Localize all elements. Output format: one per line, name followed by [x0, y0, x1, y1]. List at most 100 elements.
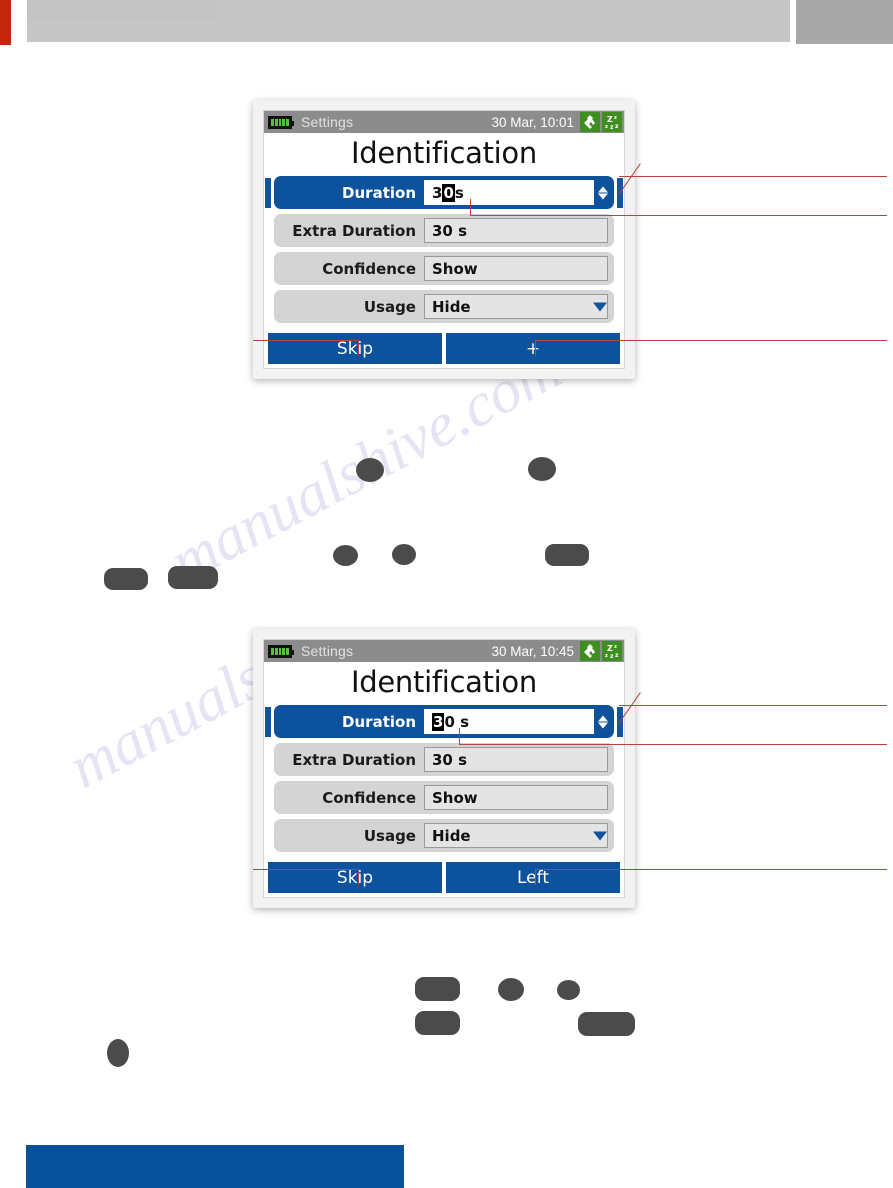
keypad-key-glyph — [557, 980, 580, 1000]
keypad-key-glyph — [392, 544, 416, 565]
page-header — [0, 0, 893, 45]
leader-line-spinner-h-2 — [619, 705, 887, 706]
row-label: Extra Duration — [292, 221, 416, 240]
settings-row-confidence[interactable]: Confidence Show — [274, 781, 614, 814]
row-label: Usage — [363, 826, 416, 845]
soft-key-bar: Skip + — [264, 330, 624, 368]
softkey-plus[interactable]: + — [446, 333, 620, 364]
settings-row-duration[interactable]: Duration 30 s — [274, 176, 614, 209]
settings-row-duration[interactable]: Duration 30 s — [274, 705, 614, 738]
chevron-up-icon[interactable] — [598, 715, 608, 721]
svg-text:Z: Z — [607, 644, 613, 653]
leader-line-skip-left — [253, 340, 359, 341]
status-icon-group: Z z z z z — [580, 112, 622, 132]
keypad-key-glyph — [168, 566, 218, 589]
leader-line-skip-left-2 — [253, 869, 359, 870]
status-icon-group: Z z z z z — [580, 641, 622, 661]
keypad-key-glyph — [333, 545, 358, 566]
svg-text:z: z — [615, 652, 619, 659]
softkey-left[interactable]: Left — [446, 862, 620, 893]
battery-icon — [268, 644, 294, 658]
svg-text:z: z — [610, 653, 614, 659]
page-title: Identification — [351, 665, 537, 699]
svg-text:z: z — [614, 115, 617, 121]
softkey-skip[interactable]: Skip — [268, 862, 442, 893]
row-label: Confidence — [322, 788, 416, 807]
chevron-down-icon[interactable] — [593, 302, 607, 311]
settings-list: Duration 30 s Extra Duration 30 s Confid… — [264, 176, 624, 330]
keypad-key-glyph — [498, 978, 524, 1001]
softkey-skip[interactable]: Skip — [268, 333, 442, 364]
svg-text:z: z — [605, 124, 608, 130]
keypad-key-glyph — [545, 544, 589, 566]
row-label: Usage — [363, 297, 416, 316]
status-datetime: 30 Mar, 10:01 — [491, 114, 574, 130]
bottom-blue-bar — [26, 1145, 404, 1188]
scroll-position-marker-left — [265, 707, 271, 737]
row-value[interactable]: Show — [424, 256, 608, 281]
settings-row-confidence[interactable]: Confidence Show — [274, 252, 614, 285]
row-value[interactable]: Hide — [424, 294, 608, 319]
row-label: Confidence — [322, 259, 416, 278]
svg-text:Z: Z — [607, 115, 613, 124]
row-label: Extra Duration — [292, 750, 416, 769]
gnss-satellite-icon — [580, 112, 600, 132]
chevron-up-icon[interactable] — [598, 186, 608, 192]
gnss-satellite-icon — [580, 641, 600, 661]
leader-line-left-right-2 — [535, 869, 887, 870]
chevron-down-icon[interactable] — [598, 722, 608, 728]
keypad-key-glyph — [356, 458, 384, 482]
scroll-position-marker-left — [265, 178, 271, 208]
keypad-key-glyph — [415, 977, 460, 1001]
leader-drop-skip — [358, 340, 359, 356]
leader-drop-plus — [535, 340, 536, 356]
soft-key-bar: Skip Left — [264, 859, 624, 897]
duration-selected-digit[interactable]: 0 — [442, 183, 455, 202]
device-screen: Settings 30 Mar, 10:45 Z z z z z Identif… — [263, 639, 625, 898]
header-gray-bar — [27, 0, 790, 42]
page-title: Identification — [351, 136, 537, 170]
spinner-stepper[interactable] — [598, 186, 608, 199]
chevron-down-icon[interactable] — [593, 831, 607, 840]
power-save-zzz-icon: Z z z z z — [602, 112, 622, 132]
spinner-stepper[interactable] — [598, 715, 608, 728]
svg-text:z: z — [614, 644, 617, 650]
settings-row-extra-duration[interactable]: Extra Duration 30 s — [274, 743, 614, 776]
duration-value-field[interactable]: 30 s — [424, 180, 594, 205]
keypad-key-glyph — [528, 457, 556, 481]
row-label: Duration — [342, 712, 416, 731]
row-value[interactable]: Hide — [424, 823, 608, 848]
leader-line-plus-right — [535, 340, 887, 341]
device-screen: Settings 30 Mar, 10:01 Z z z z z Identif… — [263, 110, 625, 369]
header-right-block — [796, 0, 893, 44]
leader-line-spinner-h — [619, 176, 887, 177]
duration-value-field[interactable]: 30 s — [424, 709, 594, 734]
battery-icon — [268, 115, 294, 129]
leader-drop-duration-value-2 — [459, 728, 460, 745]
keypad-key-glyph — [578, 1012, 635, 1036]
leader-drop-skip-2 — [358, 869, 359, 885]
status-title: Settings — [301, 643, 354, 659]
leader-drop-left-2 — [535, 869, 536, 885]
row-label: Duration — [342, 183, 416, 202]
duration-selected-digit[interactable]: 3 — [432, 712, 445, 731]
settings-row-usage[interactable]: Usage Hide — [274, 819, 614, 852]
duration-suffix: 0 s — [444, 712, 470, 731]
status-bar: Settings 30 Mar, 10:01 Z z z z z — [264, 111, 624, 133]
keypad-key-glyph — [104, 568, 148, 590]
leader-line-duration-value-2 — [619, 744, 887, 745]
device-screenshot-bottom: Settings 30 Mar, 10:45 Z z z z z Identif… — [253, 629, 635, 908]
chevron-down-icon[interactable] — [598, 193, 608, 199]
settings-list: Duration 30 s Extra Duration 30 s Confid… — [264, 705, 624, 859]
header-red-tab — [0, 0, 11, 45]
duration-suffix: s — [454, 183, 464, 202]
status-bar: Settings 30 Mar, 10:45 Z z z z z — [264, 640, 624, 662]
leader-line-duration-value — [619, 215, 887, 216]
settings-row-usage[interactable]: Usage Hide — [274, 290, 614, 323]
keypad-key-glyph — [107, 1039, 129, 1067]
row-value[interactable]: 30 s — [424, 747, 608, 772]
row-value[interactable]: Show — [424, 785, 608, 810]
row-value[interactable]: 30 s — [424, 218, 608, 243]
svg-text:z: z — [605, 653, 608, 659]
settings-row-extra-duration[interactable]: Extra Duration 30 s — [274, 214, 614, 247]
